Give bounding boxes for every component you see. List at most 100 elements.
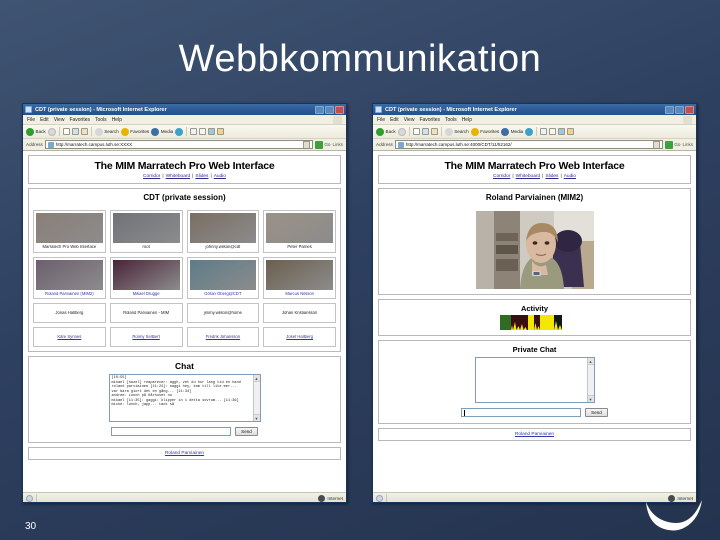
footer-user-label[interactable]: Roland Parviainen [515, 432, 554, 437]
print-icon[interactable] [199, 128, 207, 135]
close-icon[interactable] [335, 105, 344, 114]
nav-slides[interactable]: Slides [195, 174, 208, 179]
footer-user-link[interactable]: Roland Parviainen [28, 447, 341, 461]
participant-cell[interactable]: Jonas Hallberg [33, 303, 106, 324]
forward-icon[interactable] [397, 127, 406, 136]
mail-icon[interactable] [190, 128, 198, 135]
participant-cell[interactable]: jimmy.wilson@home [186, 303, 260, 324]
scroll-down-icon[interactable]: ▼ [253, 414, 260, 422]
participant-cell[interactable]: Roland Parviainen - MIM [109, 303, 183, 324]
participant-cell[interactable]: Peter Parnes [263, 210, 336, 253]
back-button[interactable]: Back [26, 127, 46, 136]
menu-help[interactable]: Help [462, 117, 472, 123]
participant-cell[interactable]: Mikael Drugge [109, 256, 183, 300]
links-label[interactable]: Links [332, 142, 343, 147]
participant-cell[interactable]: Josef Hallberg [263, 327, 336, 348]
favorites-button[interactable]: Favorites [120, 127, 149, 136]
stop-icon[interactable] [62, 128, 70, 135]
home-icon[interactable] [80, 128, 88, 135]
participant-label[interactable]: Göran Öberg@CDT [190, 292, 257, 297]
participant-cell[interactable]: Roland Parviainen (MIM2) [33, 256, 106, 300]
participant-label[interactable]: Fredrik Johansson [190, 335, 257, 340]
edit-icon[interactable] [208, 128, 216, 135]
menu-view[interactable]: View [404, 117, 415, 123]
participant-cell[interactable]: Fredrik Johansson [186, 327, 260, 348]
chat-input[interactable] [111, 427, 232, 437]
participant-cell[interactable]: Ronny Sellbert [109, 327, 183, 348]
menubar-right[interactable]: File Edit View Favorites Tools Help [373, 115, 696, 125]
discuss-icon[interactable] [217, 128, 225, 135]
nav-whiteboard[interactable]: Whiteboard [166, 174, 191, 179]
search-button[interactable]: Search [444, 127, 469, 136]
media-button[interactable]: Media [501, 127, 523, 136]
private-chat-log[interactable]: ▲ ▼ [474, 357, 595, 403]
menubar-left[interactable]: File Edit View Favorites Tools Help [23, 115, 346, 125]
nav-audio[interactable]: Audio [214, 174, 226, 179]
send-button[interactable]: Send [585, 408, 608, 417]
private-chat-input[interactable] [461, 408, 582, 417]
history-icon[interactable] [175, 127, 184, 136]
scroll-up-icon[interactable]: ▲ [253, 375, 260, 383]
go-button[interactable]: Go [665, 140, 680, 149]
chevron-down-icon[interactable] [303, 141, 311, 148]
footer-user-label[interactable]: Roland Parviainen [165, 451, 204, 456]
footer-user-link[interactable]: Roland Parviainen [378, 428, 691, 441]
participant-label[interactable]: Marcus Nilsson [266, 292, 333, 297]
minimize-icon[interactable] [665, 105, 674, 114]
toolbar-right[interactable]: Back Search Favorites Media [373, 125, 696, 139]
menu-tools[interactable]: Tools [445, 117, 457, 123]
links-label[interactable]: Links [682, 142, 693, 147]
nav-links[interactable]: Corridor | Whiteboard | Slides | Audio [379, 174, 690, 183]
participant-label[interactable]: Mikael Drugge [113, 292, 180, 297]
history-icon[interactable] [525, 127, 534, 136]
browser-window-right[interactable]: CDT (private session) - Microsoft Intern… [372, 103, 697, 503]
nav-corridor[interactable]: Corridor [143, 174, 160, 179]
close-icon[interactable] [685, 105, 694, 114]
private-chat-scrollbar[interactable]: ▲ ▼ [586, 358, 594, 402]
browser-window-left[interactable]: CDT (private session) - Microsoft Intern… [22, 103, 347, 503]
mail-icon[interactable] [540, 128, 548, 135]
refresh-icon[interactable] [421, 128, 429, 135]
chevron-down-icon[interactable] [653, 141, 661, 148]
menu-edit[interactable]: Edit [390, 117, 399, 123]
participant-label[interactable]: Kåre Synnes [36, 335, 103, 340]
menu-favorites[interactable]: Favorites [419, 117, 440, 123]
minimize-icon[interactable] [315, 105, 324, 114]
menu-file[interactable]: File [377, 117, 385, 123]
address-input[interactable]: http://marratech.campus.luth.se:XXXX [44, 140, 314, 149]
maximize-icon[interactable] [675, 105, 684, 114]
chat-log[interactable]: [10:55] mikael [hazel] reaparecer: aggh,… [108, 374, 261, 423]
maximize-icon[interactable] [325, 105, 334, 114]
discuss-icon[interactable] [567, 128, 575, 135]
edit-icon[interactable] [558, 128, 566, 135]
search-button[interactable]: Search [94, 127, 119, 136]
scroll-down-icon[interactable]: ▼ [587, 395, 594, 402]
participant-label[interactable]: Josef Hallberg [266, 335, 333, 340]
participant-cell[interactable]: Marcus Nilsson [263, 256, 336, 300]
chat-scrollbar[interactable]: ▲ ▼ [252, 375, 260, 422]
print-icon[interactable] [549, 128, 557, 135]
go-button[interactable]: Go [315, 140, 330, 149]
nav-whiteboard[interactable]: Whiteboard [516, 174, 541, 179]
participant-cell[interactable]: Johan Kristiansson [263, 303, 336, 324]
stop-icon[interactable] [412, 128, 420, 135]
toolbar-left[interactable]: Back Search Favorites Media [23, 125, 346, 139]
addressbar-right[interactable]: Address http://marratech.campus.luth.se:… [373, 139, 696, 151]
forward-icon[interactable] [47, 127, 56, 136]
nav-links[interactable]: Corridor | Whiteboard | Slides | Audio [29, 174, 340, 183]
nav-audio[interactable]: Audio [564, 174, 576, 179]
participant-cell[interactable]: johnny.wilson@cdt [186, 210, 260, 253]
menu-help[interactable]: Help [112, 117, 122, 123]
menu-view[interactable]: View [54, 117, 65, 123]
refresh-icon[interactable] [71, 128, 79, 135]
nav-slides[interactable]: Slides [545, 174, 558, 179]
participant-cell[interactable]: root [109, 210, 183, 253]
menu-favorites[interactable]: Favorites [69, 117, 90, 123]
window-controls[interactable] [315, 105, 344, 114]
window-controls[interactable] [665, 105, 694, 114]
scroll-up-icon[interactable]: ▲ [587, 358, 594, 365]
participant-label[interactable]: Roland Parviainen (MIM2) [36, 292, 103, 297]
media-button[interactable]: Media [151, 127, 173, 136]
participant-cell[interactable]: Göran Öberg@CDT [186, 256, 260, 300]
participant-cell[interactable]: Kåre Synnes [33, 327, 106, 348]
